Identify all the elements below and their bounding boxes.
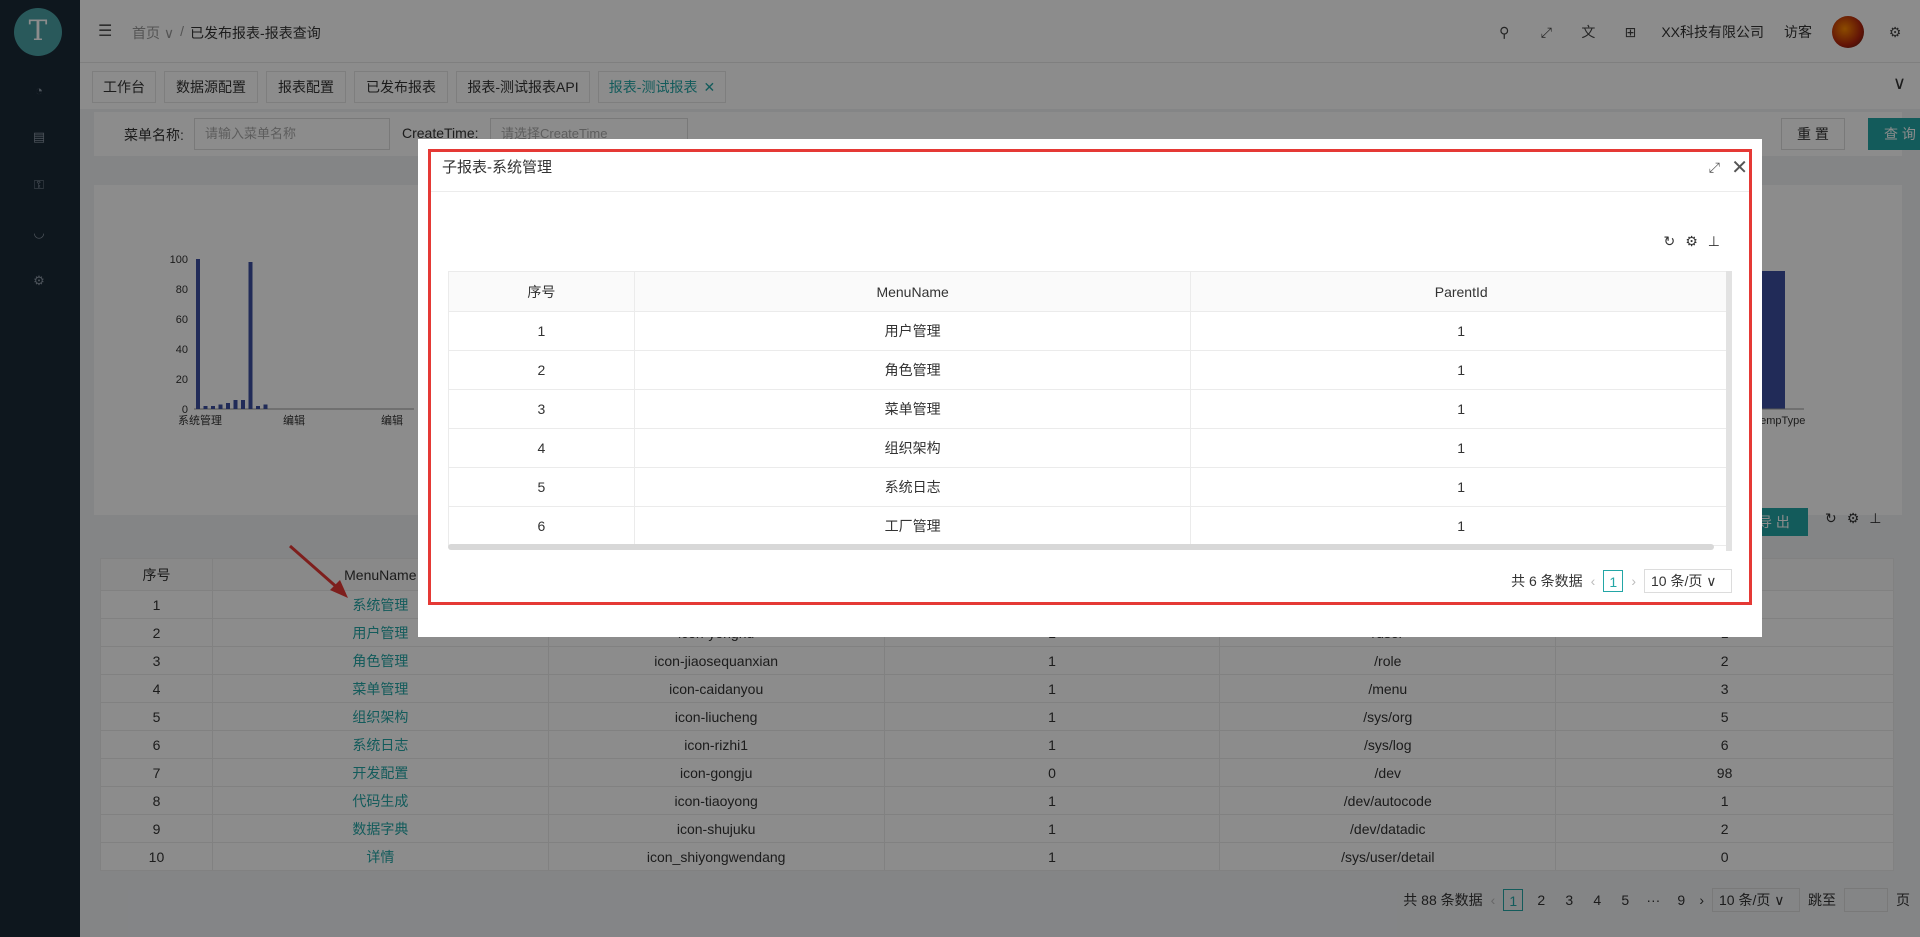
sub-report-modal: 子报表-系统管理 ⤢ ✕ ↻ ⚙ ⊥ 序号 MenuName ParentId … <box>418 139 1762 637</box>
highlight-border <box>428 149 1752 605</box>
